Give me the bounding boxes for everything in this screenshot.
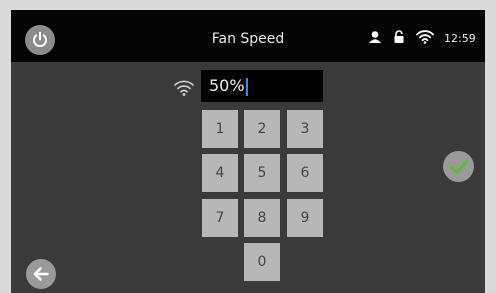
back-button[interactable] <box>26 259 56 289</box>
text-cursor <box>246 78 248 96</box>
key-1[interactable]: 1 <box>202 110 238 148</box>
wifi-icon <box>174 80 194 96</box>
key-3[interactable]: 3 <box>287 110 323 148</box>
lock-icon <box>394 30 404 43</box>
status-icons <box>368 27 434 47</box>
fan-speed-input[interactable]: 50% <box>201 70 323 102</box>
key-8[interactable]: 8 <box>244 199 280 237</box>
device-screen: Fan Speed 12:59 50% 1 2 3 4 5 6 7 8 9 0 <box>11 10 485 293</box>
back-arrow-icon <box>33 267 49 281</box>
top-bar: Fan Speed 12:59 <box>11 10 485 62</box>
key-5[interactable]: 5 <box>244 154 280 192</box>
key-4[interactable]: 4 <box>202 154 238 192</box>
confirm-button[interactable] <box>443 151 474 182</box>
key-0[interactable]: 0 <box>244 243 280 281</box>
check-icon <box>450 159 468 174</box>
wifi-icon <box>416 30 434 44</box>
key-7[interactable]: 7 <box>202 199 238 237</box>
user-icon <box>369 31 381 43</box>
key-6[interactable]: 6 <box>287 154 323 192</box>
key-2[interactable]: 2 <box>244 110 280 148</box>
key-9[interactable]: 9 <box>287 199 323 237</box>
fan-speed-value: 50% <box>209 76 245 95</box>
clock: 12:59 <box>444 32 476 45</box>
